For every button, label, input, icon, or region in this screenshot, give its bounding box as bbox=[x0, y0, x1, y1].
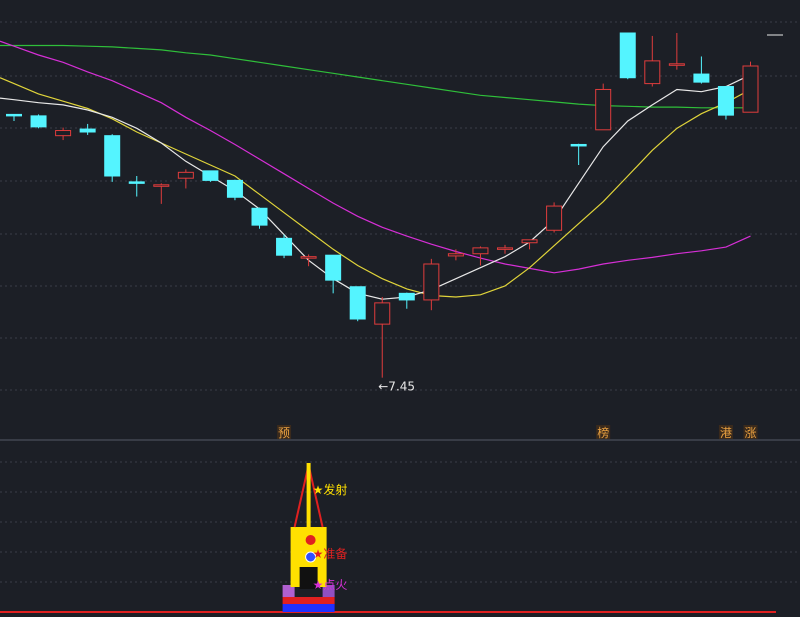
candle-body bbox=[570, 143, 587, 147]
candle bbox=[226, 179, 243, 201]
candle-body bbox=[497, 247, 513, 250]
candle bbox=[79, 123, 96, 135]
signal-icon bbox=[305, 535, 316, 545]
marker-label: 港 bbox=[720, 426, 732, 440]
candle bbox=[742, 61, 759, 113]
candle-body bbox=[55, 130, 72, 137]
candle bbox=[128, 176, 145, 197]
ma-yellow-line bbox=[0, 77, 751, 298]
ma-green-line bbox=[0, 44, 751, 109]
candle bbox=[423, 258, 440, 311]
low-price-annotation: ←7.45 bbox=[378, 380, 415, 394]
candle bbox=[398, 292, 415, 309]
candle bbox=[570, 143, 587, 165]
signal-base-red bbox=[282, 597, 335, 604]
signal-base-blue bbox=[282, 604, 335, 612]
candle-body bbox=[619, 32, 636, 79]
candle-body bbox=[374, 302, 391, 325]
candle bbox=[104, 134, 121, 182]
annotations: ←7.45 预 榜 港涨 bbox=[277, 380, 758, 440]
candle-body bbox=[717, 86, 734, 116]
candle-body bbox=[251, 207, 268, 226]
candle-body bbox=[79, 128, 96, 133]
candle bbox=[177, 169, 194, 189]
candle bbox=[472, 246, 489, 266]
candle bbox=[276, 234, 293, 259]
candle bbox=[374, 297, 391, 378]
marker-label: 榜 bbox=[597, 425, 609, 440]
candle-body bbox=[521, 239, 538, 244]
candle bbox=[668, 33, 685, 70]
candle-body bbox=[325, 254, 342, 281]
candle-body bbox=[276, 237, 293, 256]
candle bbox=[349, 286, 366, 322]
signal-label: ★点火 bbox=[313, 578, 348, 592]
candle bbox=[619, 32, 636, 80]
candle-body bbox=[226, 179, 243, 198]
candle-body bbox=[423, 263, 440, 301]
candle-body bbox=[104, 135, 121, 177]
candle-body bbox=[177, 171, 194, 179]
candle bbox=[153, 183, 170, 204]
candle-body bbox=[398, 292, 415, 301]
candle-body bbox=[153, 184, 170, 187]
candle bbox=[644, 35, 661, 87]
signal-spire bbox=[293, 464, 310, 528]
ma-white-line bbox=[0, 74, 751, 300]
candle bbox=[30, 114, 47, 129]
candle-body bbox=[300, 256, 317, 259]
candle bbox=[325, 254, 342, 294]
candle bbox=[595, 83, 612, 131]
candle-body bbox=[202, 170, 219, 181]
marker-label: 预 bbox=[278, 426, 290, 440]
candle bbox=[497, 244, 513, 254]
candle bbox=[546, 202, 563, 233]
candle bbox=[251, 207, 268, 229]
candle-body bbox=[30, 115, 47, 128]
candle-body bbox=[128, 181, 145, 184]
candle bbox=[55, 127, 72, 141]
signal-indicator: ★发射 ★准备 ★点火 bbox=[0, 463, 776, 613]
candle-body bbox=[644, 60, 661, 85]
candle-body bbox=[595, 88, 612, 131]
candle-body bbox=[349, 286, 366, 320]
candle-body bbox=[668, 63, 685, 66]
candle-body bbox=[693, 73, 710, 83]
candlesticks bbox=[6, 32, 759, 378]
candle-body bbox=[472, 247, 489, 255]
candle bbox=[717, 86, 734, 120]
candle bbox=[202, 170, 219, 182]
signal-label: ★发射 bbox=[313, 482, 348, 497]
candle bbox=[6, 113, 22, 121]
candle-body bbox=[742, 65, 759, 113]
candle-body bbox=[546, 205, 563, 231]
marker-label: 涨 bbox=[744, 425, 756, 440]
candle-body bbox=[447, 253, 464, 257]
grid-lines bbox=[0, 21, 800, 583]
candle bbox=[447, 249, 464, 261]
candle-body bbox=[6, 113, 22, 117]
signal-label: ★准备 bbox=[313, 547, 348, 561]
stock-chart: ←7.45 预 榜 港涨 ★发射 ★准备 ★点火 bbox=[0, 21, 800, 613]
candle bbox=[693, 56, 710, 84]
